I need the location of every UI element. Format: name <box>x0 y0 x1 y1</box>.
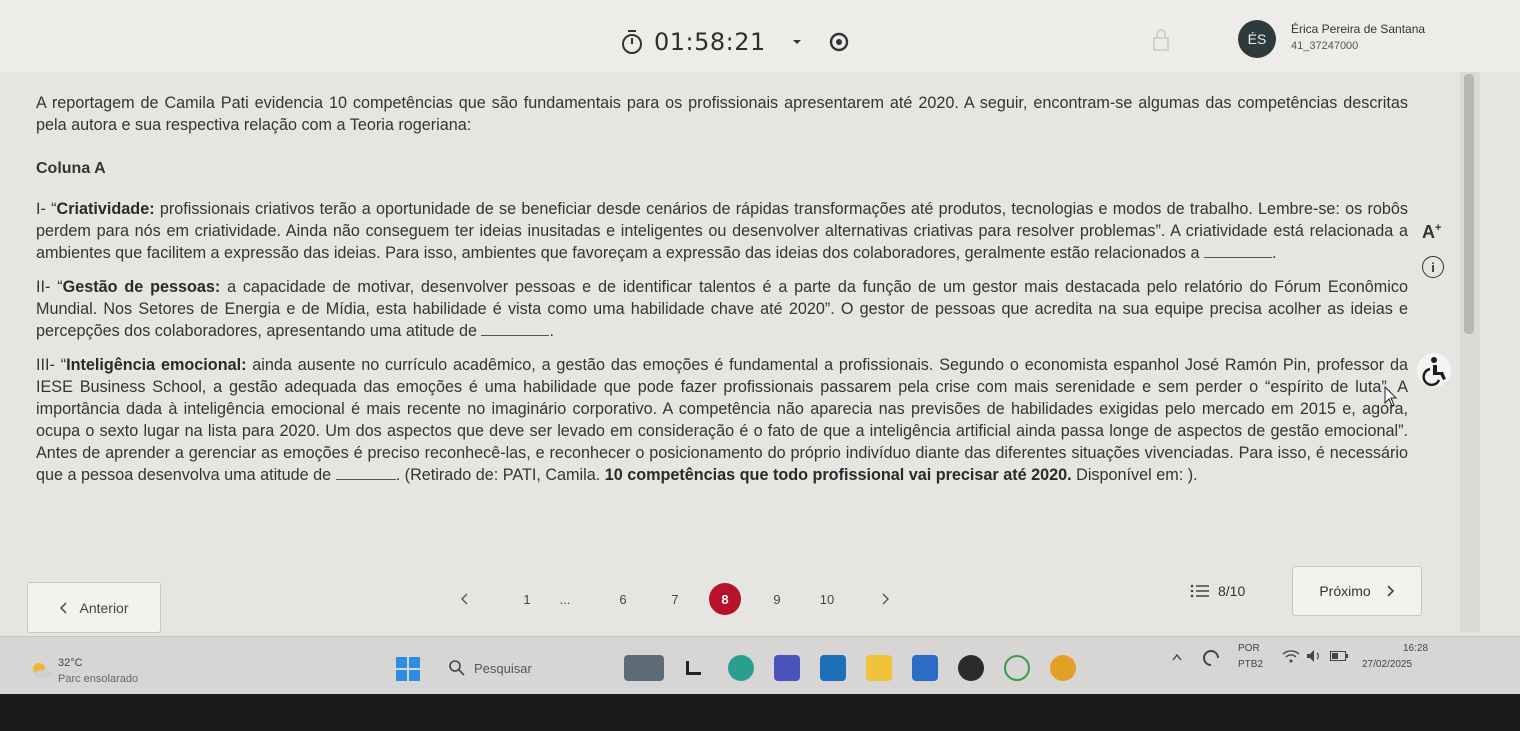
question-intro: A reportagem de Camila Pati evidencia 10… <box>36 94 1408 134</box>
top-bar: 01:58:21 ÉS Érica Pereira de Santana 41_… <box>0 0 1520 72</box>
item-citation-title: 10 competências que todo profissional va… <box>604 466 1072 484</box>
user-id: 41_37247000 <box>1291 40 1359 52</box>
font-size-label: A <box>1422 222 1435 242</box>
accessibility-icon[interactable] <box>1416 352 1452 388</box>
item-end: . <box>1271 244 1277 262</box>
item-heading: Criatividade: <box>56 200 155 218</box>
edge-browser-icon[interactable] <box>728 655 754 681</box>
page-9[interactable]: 9 <box>767 583 787 615</box>
pagination: 1 ... 6 7 8 9 10 <box>455 583 905 617</box>
answer-blank <box>481 324 550 336</box>
question-content: A reportagem de Camila Pati evidencia 10… <box>36 92 1408 498</box>
taskbar-search-label[interactable]: Pesquisar <box>474 661 532 676</box>
pager-next-arrow[interactable] <box>875 583 895 615</box>
progress-label: 8/10 <box>1218 583 1246 599</box>
weather-description: Parc ensolarado <box>58 673 139 685</box>
item-prefix: II- “ <box>36 278 63 296</box>
previous-label: Anterior <box>79 599 129 616</box>
timer-value: 01:58:21 <box>654 28 766 56</box>
item-criatividade: I- “Criatividade: profissionais criativo… <box>36 198 1408 264</box>
task-view-icon[interactable] <box>680 655 706 681</box>
page-1[interactable]: 1 <box>517 583 537 615</box>
taskbar: 32°C Parc ensolarado Pesquisar POR PTB2 <box>0 636 1520 694</box>
whatsapp-icon[interactable] <box>1004 655 1030 681</box>
store-icon[interactable] <box>820 655 846 681</box>
lock-icon <box>1153 29 1169 51</box>
user-name: Érica Pereira de Santana <box>1291 22 1426 36</box>
dell-icon[interactable] <box>958 655 984 681</box>
chevron-left-icon <box>60 601 68 614</box>
wifi-icon[interactable] <box>1282 649 1300 663</box>
chevron-left-icon <box>461 593 468 605</box>
weather-temperature: 32°C <box>58 657 83 669</box>
weather-sun-cloud-icon[interactable] <box>30 661 54 679</box>
cursor-icon <box>1384 386 1398 407</box>
scrollbar-thumb[interactable] <box>1464 74 1474 334</box>
copilot-icon[interactable] <box>1200 647 1222 669</box>
item-body: ainda ausente no currículo acadêmico, a … <box>36 356 1408 484</box>
column-title: Coluna A <box>36 160 106 177</box>
item-citation: . (Retirado de: PATI, Camila. <box>395 466 605 484</box>
keyboard-layout[interactable]: PTB2 <box>1238 659 1263 670</box>
item-body: profissionais criativos terão a oportuni… <box>36 200 1408 262</box>
page-ellipsis: ... <box>559 591 571 607</box>
chevron-right-icon <box>882 593 889 605</box>
windows-start-icon[interactable] <box>396 657 420 681</box>
battery-icon[interactable] <box>1330 651 1348 661</box>
keyboard-language[interactable]: POR <box>1238 643 1260 654</box>
page-7[interactable]: 7 <box>665 583 685 615</box>
pager-prev-arrow[interactable] <box>455 583 475 615</box>
clock-time[interactable]: 16:28 <box>1403 643 1428 654</box>
answer-blank <box>335 468 396 480</box>
chevron-right-icon <box>1387 585 1394 597</box>
item-end: . <box>549 322 554 340</box>
next-button[interactable]: Próximo <box>1292 566 1422 616</box>
search-icon[interactable] <box>448 659 466 677</box>
item-heading: Gestão de pessoas: <box>62 278 221 296</box>
monitor-bezel <box>0 694 1520 731</box>
page-6[interactable]: 6 <box>613 583 633 615</box>
volume-icon[interactable] <box>1306 649 1322 663</box>
font-size-button[interactable]: A+ <box>1422 222 1441 243</box>
question-progress[interactable]: 8/10 <box>1190 576 1280 606</box>
eye-icon[interactable] <box>828 31 850 53</box>
item-prefix: I- “ <box>36 200 57 218</box>
scrollbar[interactable] <box>1460 72 1480 632</box>
stopwatch-icon <box>622 30 642 54</box>
item-prefix: III- “ <box>36 356 67 374</box>
item-body: a capacidade de motivar, desenvolver pes… <box>36 278 1408 340</box>
item-heading: Inteligência emocional: <box>66 356 247 374</box>
list-icon <box>1190 584 1209 598</box>
item-inteligencia-emocional: III- “Inteligência emocional: ainda ause… <box>36 354 1408 486</box>
previous-button[interactable]: Anterior <box>27 582 161 633</box>
info-icon[interactable]: i <box>1422 256 1444 278</box>
widgets-app-icon[interactable] <box>624 655 664 681</box>
avatar-initials: ÉS <box>1247 31 1267 47</box>
info-label: i <box>1431 259 1435 275</box>
file-explorer-icon[interactable] <box>866 655 892 681</box>
item-end: Disponível em: ). <box>1071 466 1198 484</box>
teams-icon[interactable] <box>774 655 800 681</box>
item-gestao-de-pessoas: II- “Gestão de pessoas: a capacidade de … <box>36 276 1408 342</box>
answer-blank <box>1203 246 1272 258</box>
avatar[interactable]: ÉS <box>1238 20 1276 58</box>
clock-date[interactable]: 27/02/2025 <box>1362 659 1412 670</box>
chevron-up-icon[interactable] <box>1172 653 1182 661</box>
chrome-icon[interactable] <box>1050 655 1076 681</box>
chevron-down-icon[interactable] <box>790 35 804 49</box>
next-label: Próximo <box>1319 583 1371 599</box>
page-10[interactable]: 10 <box>817 583 837 615</box>
font-size-sup: + <box>1435 222 1442 234</box>
page-8-current[interactable]: 8 <box>709 583 741 615</box>
outlook-icon[interactable] <box>912 655 938 681</box>
timer: 01:58:21 <box>620 26 850 58</box>
